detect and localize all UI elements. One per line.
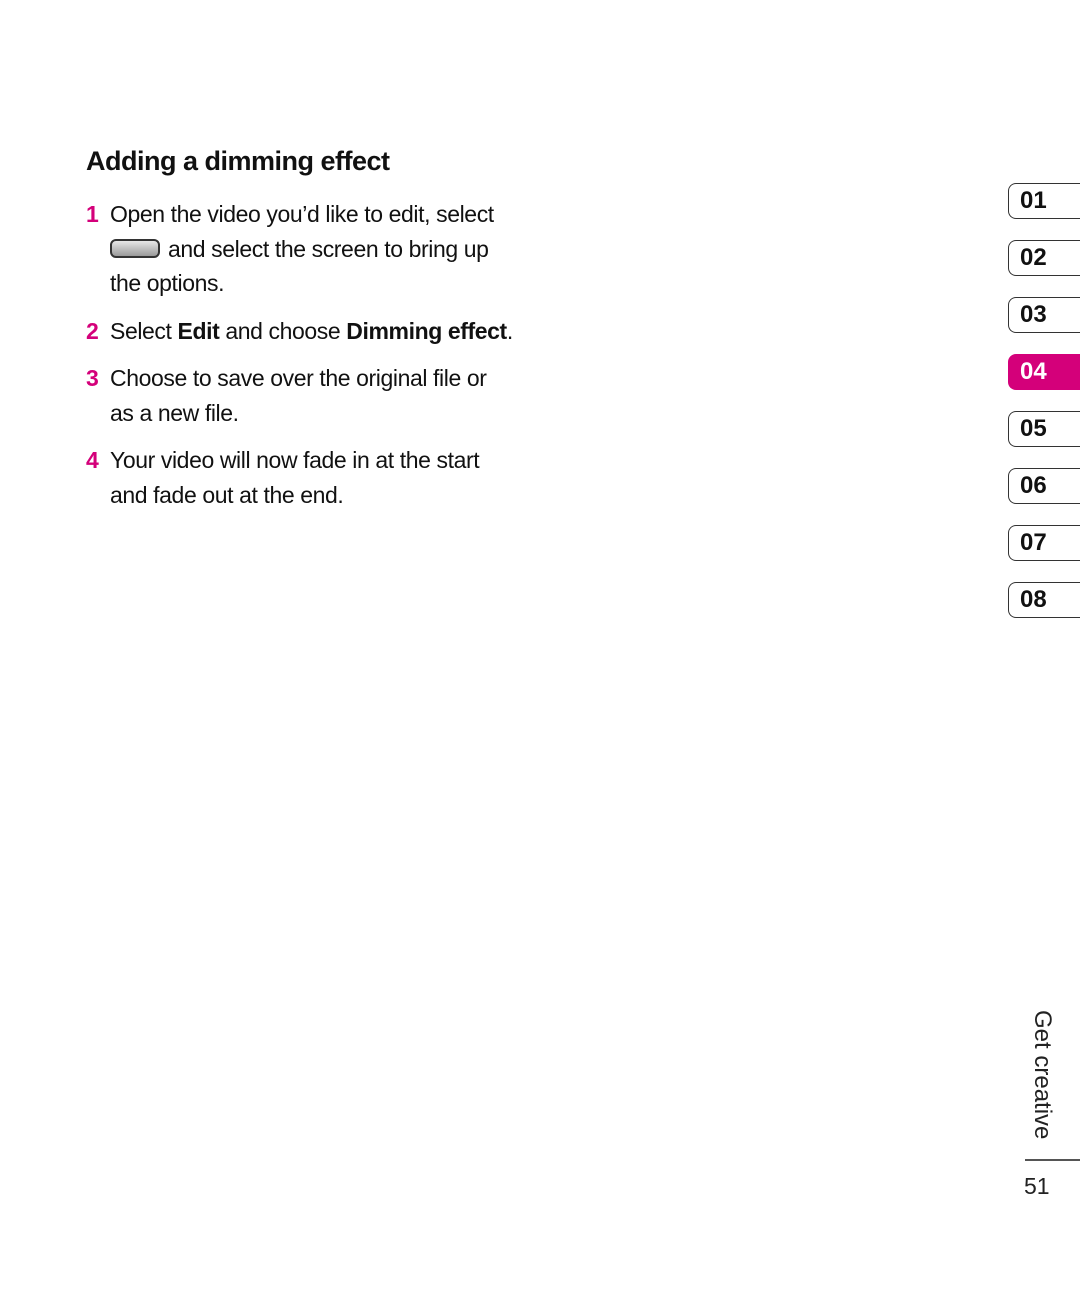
chapter-tab-07[interactable]: 07	[1008, 525, 1080, 561]
footer-divider	[1025, 1159, 1080, 1161]
step-number: 3	[86, 365, 99, 391]
step-1: 1 Open the video you’d like to edit, sel…	[86, 197, 526, 301]
chapter-tab-04[interactable]: 04	[1008, 354, 1080, 390]
menu-dimming-effect: Dimming effect	[346, 317, 507, 344]
video-button-icon	[110, 238, 160, 258]
step-2: 2 Select Edit and choose Dimming effect.	[86, 314, 526, 349]
step-number: 4	[86, 447, 99, 473]
chapter-tab-06[interactable]: 06	[1008, 468, 1080, 504]
chapter-tabs: 01 02 03 04 05 06 07 08	[1008, 183, 1080, 639]
section-heading: Adding a dimming effect	[86, 146, 390, 176]
chapter-tab-03[interactable]: 03	[1008, 297, 1080, 333]
chapter-tab-02[interactable]: 02	[1008, 240, 1080, 276]
chapter-tab-05[interactable]: 05	[1008, 411, 1080, 447]
steps-list: 1 Open the video you’d like to edit, sel…	[86, 197, 526, 525]
section-label: Get creative	[1029, 1010, 1056, 1140]
menu-edit: Edit	[177, 317, 220, 344]
chapter-tab-01[interactable]: 01	[1008, 183, 1080, 219]
chapter-tab-08[interactable]: 08	[1008, 582, 1080, 618]
page-number: 51	[1024, 1173, 1050, 1199]
step-number: 1	[86, 201, 99, 227]
step-4: 4 Your video will now fade in at the sta…	[86, 443, 526, 512]
step-number: 2	[86, 317, 99, 344]
step-3: 3 Choose to save over the original file …	[86, 361, 526, 430]
